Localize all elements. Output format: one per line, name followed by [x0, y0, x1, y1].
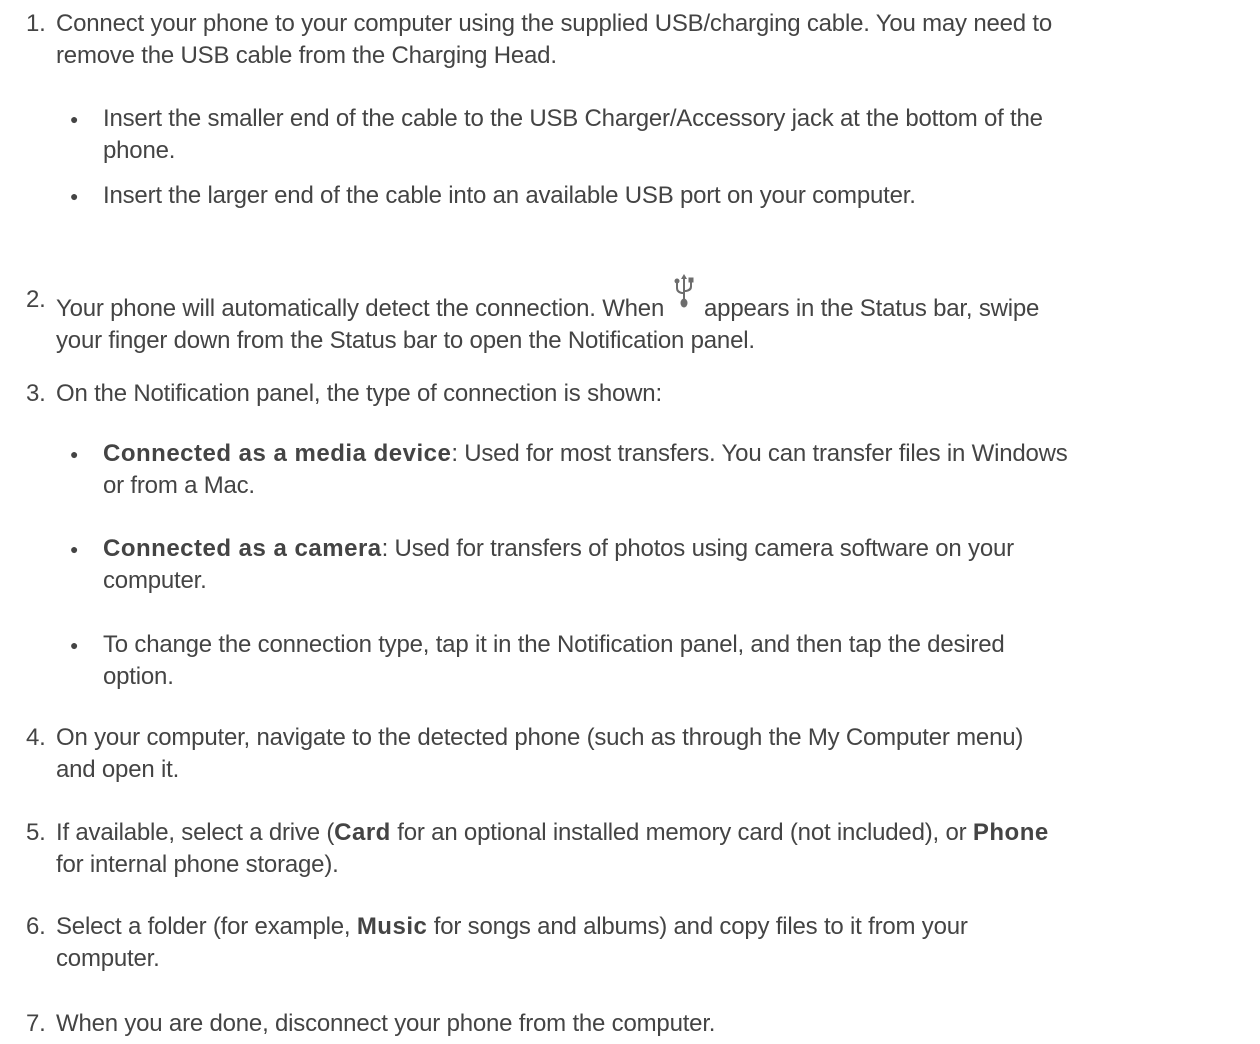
bullet-line: Connected as a media device: Used for mo…: [103, 438, 1258, 470]
term-label: Connected as a media device: [103, 440, 452, 467]
bullet-text: To change the connection type, tap it in…: [103, 629, 1258, 693]
text-span: If available, select a drive (: [56, 819, 335, 846]
term-phone: Phone: [972, 819, 1049, 846]
term-label: Connected as a camera: [103, 535, 382, 562]
step-line: your finger down from the Status bar to …: [56, 327, 755, 354]
bullet-line: option.: [103, 663, 174, 690]
text-span: appears in the Status bar, swipe: [697, 295, 1040, 322]
step-text: Connect your phone to your computer usin…: [56, 8, 1256, 72]
bullet-text: Insert the smaller end of the cable to t…: [103, 103, 1258, 167]
step-line: When you are done, disconnect your phone…: [56, 1010, 716, 1037]
step-text: When you are done, disconnect your phone…: [56, 1008, 1256, 1040]
text-span: : Used for most transfers. You can trans…: [451, 440, 1068, 467]
step-line: and open it.: [56, 756, 180, 783]
step-number: 4.: [26, 724, 46, 751]
bullet-line: Connected as a camera: Used for transfer…: [103, 533, 1258, 565]
step-number: 2.: [26, 286, 46, 313]
bullet-marker: ●: [70, 111, 79, 127]
step-line: If available, select a drive (Card for a…: [56, 817, 1256, 849]
step-text: On your computer, navigate to the detect…: [56, 722, 1256, 786]
step-line: Your phone will automatically detect the…: [56, 274, 1256, 325]
instruction-document: 1. Connect your phone to your computer u…: [0, 0, 1260, 1044]
step-text: If available, select a drive (Card for a…: [56, 817, 1256, 881]
term-card: Card: [334, 819, 391, 846]
bullet-line: Insert the smaller end of the cable to t…: [103, 105, 1043, 132]
step-number: 3.: [26, 380, 46, 407]
bullet-marker: ●: [70, 188, 79, 204]
step-number: 6.: [26, 913, 46, 940]
step-number: 1.: [26, 10, 46, 37]
text-span: for songs and albums) and copy files to …: [427, 913, 968, 940]
step-text: Select a folder (for example, Music for …: [56, 911, 1256, 975]
bullet-line: computer.: [103, 567, 207, 594]
bullet-marker: ●: [70, 637, 79, 653]
bullet-line: phone.: [103, 137, 176, 164]
bullet-text: Insert the larger end of the cable into …: [103, 180, 1258, 212]
step-line: On your computer, navigate to the detect…: [56, 724, 1024, 751]
step-number: 5.: [26, 819, 46, 846]
step-line: On the Notification panel, the type of c…: [56, 380, 662, 407]
usb-icon: [673, 274, 695, 310]
bullet-line: or from a Mac.: [103, 472, 255, 499]
text-span: Select a folder (for example,: [56, 913, 357, 940]
step-line: for internal phone storage).: [56, 851, 339, 878]
bullet-text: Connected as a media device: Used for mo…: [103, 438, 1258, 502]
bullet-marker: ●: [70, 541, 79, 557]
bullet-text: Connected as a camera: Used for transfer…: [103, 533, 1258, 597]
step-line: Connect your phone to your computer usin…: [56, 10, 1052, 37]
text-span: : Used for transfers of photos using cam…: [381, 535, 1015, 562]
term-music: Music: [356, 913, 428, 940]
text-span: Your phone will automatically detect the…: [56, 295, 671, 322]
bullet-line: To change the connection type, tap it in…: [103, 631, 1005, 658]
step-line: remove the USB cable from the Charging H…: [56, 42, 557, 69]
text-span: for an optional installed memory card (n…: [390, 819, 973, 846]
step-line: computer.: [56, 945, 160, 972]
bullet-marker: ●: [70, 446, 79, 462]
step-text: Your phone will automatically detect the…: [56, 274, 1256, 357]
bullet-line: Insert the larger end of the cable into …: [103, 182, 916, 209]
step-text: On the Notification panel, the type of c…: [56, 378, 1256, 410]
step-line: Select a folder (for example, Music for …: [56, 911, 1256, 943]
step-number: 7.: [26, 1010, 46, 1037]
